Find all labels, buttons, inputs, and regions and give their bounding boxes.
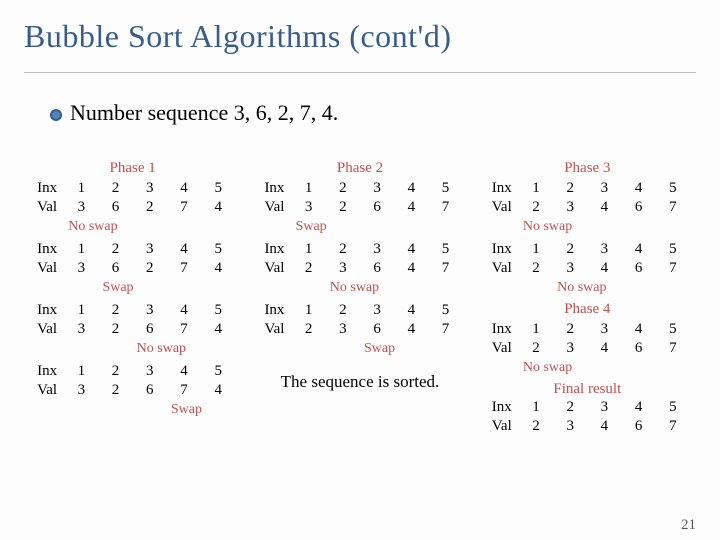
table-row: Val36274 [30,259,235,278]
table-row: Val23647 [257,259,462,278]
bullet-line: Number sequence 3, 6, 2, 7, 4. [50,100,338,126]
note-row: Swap [30,400,235,419]
table-row: Inx12345 [485,320,690,339]
bullet-text: Number sequence 3, 6, 2, 7, 4. [70,100,338,125]
table-row: Inx12345 [257,179,462,198]
step-table: Inx12345Val23467No swap [485,320,690,377]
step-table: Inx12345Val32674Swap [30,362,235,419]
content-columns: Phase 1Inx12345Val36274No swapInx12345Va… [30,160,690,520]
phase-heading: Phase 3 [485,160,690,177]
step-table: Inx12345Val36274Swap [30,240,235,297]
phase-heading: Phase 2 [257,160,462,177]
note-row: Swap [30,278,235,297]
table-row: Inx12345 [30,362,235,381]
table-row: Val32647 [257,198,462,217]
step-table: Inx12345Val32674No swap [30,301,235,358]
note-row: No swap [30,217,235,236]
sorted-text: The sequence is sorted. [257,372,462,392]
slide-title: Bubble Sort Algorithms (cont'd) [0,0,720,55]
step-table: Inx12345Val23467No swap [485,179,690,236]
table-row: Inx12345 [257,301,462,320]
table-row: Inx12345 [485,179,690,198]
note-row: No swap [485,358,690,377]
table-row: Inx12345 [485,398,690,417]
phase-heading: Phase 4 [485,301,690,318]
step-table: Inx12345Val23647No swap [257,240,462,297]
step-table: Inx12345Val32647Swap [257,179,462,236]
note-row: No swap [30,339,235,358]
final-heading: Final result [485,381,690,398]
table-row: Val23647 [257,320,462,339]
column-2: Phase 2Inx12345Val32647SwapInx12345Val23… [257,160,462,520]
table-row: Val23467 [485,259,690,278]
step-table: Inx12345Val23647Swap [257,301,462,358]
note-row: No swap [257,278,462,297]
phase-heading: Phase 1 [30,160,235,177]
note-row: Swap [257,339,462,358]
table-row: Val32674 [30,381,235,400]
table-row: Inx12345 [30,240,235,259]
table-row: Val36274 [30,198,235,217]
table-row: Val23467 [485,339,690,358]
note-row: No swap [485,217,690,236]
table-row: Val23467 [485,417,690,436]
title-underline [24,72,696,73]
note-row: Swap [257,217,462,236]
table-row: Val32674 [30,320,235,339]
table-row: Inx12345 [30,301,235,320]
table-row: Val23467 [485,198,690,217]
note-row: No swap [485,278,690,297]
table-row: Inx12345 [257,240,462,259]
column-3: Phase 3Inx12345Val23467No swapInx12345Va… [485,160,690,520]
table-row: Inx12345 [30,179,235,198]
table-row: Inx12345 [485,240,690,259]
column-1: Phase 1Inx12345Val36274No swapInx12345Va… [30,160,235,520]
step-table: Inx12345Val36274No swap [30,179,235,236]
step-table: Inx12345Val23467 [485,398,690,436]
step-table: Inx12345Val23467No swap [485,240,690,297]
page-number: 21 [681,517,696,534]
bullet-icon [50,109,62,121]
